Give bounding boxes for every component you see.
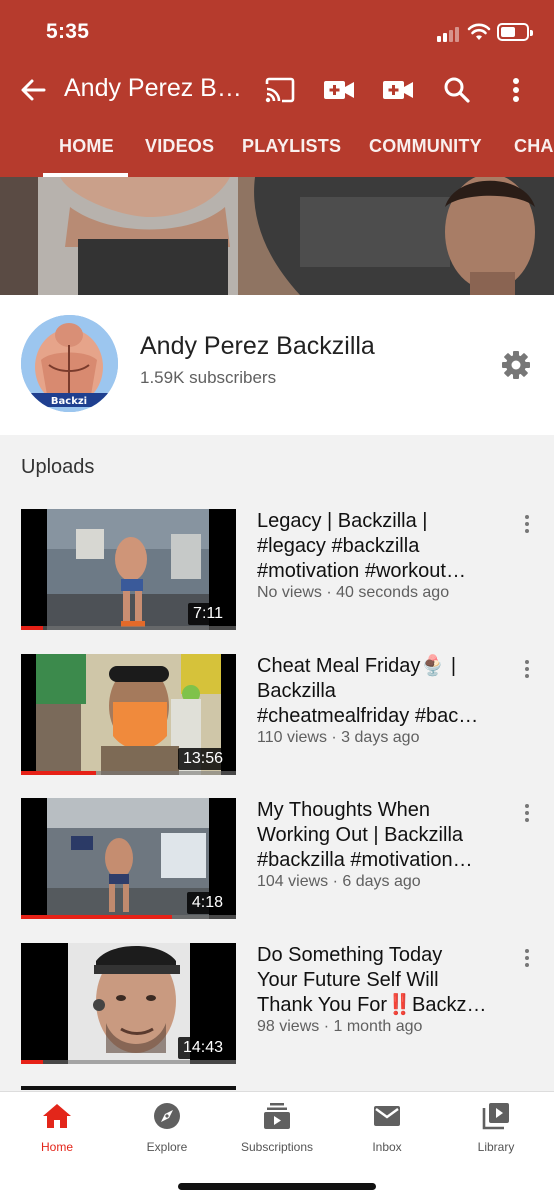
video-meta: 98 views · 1 month ago bbox=[257, 1018, 423, 1035]
add-video-icon bbox=[324, 81, 354, 99]
app-header: 5:35 Andy Perez Ba... HOME VIDEOS PLAYLI… bbox=[0, 0, 554, 177]
video-item[interactable]: 7:11 Legacy | Backzilla | #legacy #backz… bbox=[0, 509, 554, 634]
video-title-line: #cheatmealfriday #bac… bbox=[257, 705, 479, 727]
video-menu-icon[interactable] bbox=[515, 800, 539, 826]
video-menu-icon[interactable] bbox=[515, 511, 539, 537]
video-title-line: Legacy | Backzilla | bbox=[257, 510, 428, 532]
watch-progress-fill bbox=[21, 771, 97, 775]
video-title-line: Your Future Self Will bbox=[257, 969, 439, 991]
go-live-button[interactable] bbox=[381, 74, 415, 106]
video-duration: 4:18 bbox=[186, 892, 228, 914]
channel-tabs: HOME VIDEOS PLAYLISTS COMMUNITY CHA bbox=[0, 120, 554, 177]
home-icon bbox=[43, 1104, 71, 1128]
settings-gear-icon[interactable] bbox=[500, 349, 532, 381]
tab-videos[interactable]: VIDEOS bbox=[145, 136, 214, 157]
battery-icon bbox=[497, 23, 533, 41]
nav-subscriptions[interactable]: Subscriptions bbox=[227, 1100, 327, 1160]
video-menu-icon[interactable] bbox=[515, 656, 539, 682]
subscriber-count: 1.59K subscribers bbox=[140, 368, 277, 387]
watch-progress-fill bbox=[21, 626, 43, 630]
video-title-line: #backzilla #motivation… bbox=[257, 849, 473, 871]
more-vertical-icon bbox=[513, 78, 519, 102]
video-meta: No views · 40 seconds ago bbox=[257, 584, 450, 601]
subscriptions-icon bbox=[264, 1103, 290, 1129]
video-thumbnail[interactable]: 13:56 bbox=[21, 654, 236, 775]
video-menu-icon[interactable] bbox=[515, 945, 539, 971]
watch-progress-fill bbox=[21, 915, 172, 919]
more-options-button[interactable] bbox=[499, 74, 533, 106]
video-thumbnail[interactable]: 7:11 bbox=[21, 509, 236, 630]
tab-playlists[interactable]: PLAYLISTS bbox=[242, 136, 341, 157]
add-video-icon bbox=[383, 81, 413, 99]
home-indicator bbox=[178, 1183, 376, 1190]
video-title-line: #motivation #workout… bbox=[257, 560, 466, 582]
cast-icon bbox=[265, 77, 295, 103]
video-meta: 104 views · 6 days ago bbox=[257, 873, 421, 890]
tab-home[interactable]: HOME bbox=[59, 136, 114, 157]
status-time: 5:35 bbox=[46, 20, 90, 43]
uploads-heading: Uploads bbox=[21, 456, 95, 478]
video-title[interactable]: My Thoughts When Working Out | Backzilla… bbox=[257, 798, 502, 873]
video-duration: 13:56 bbox=[177, 748, 228, 770]
video-title-line: #legacy #backzilla bbox=[257, 535, 420, 557]
compass-icon bbox=[154, 1103, 180, 1129]
video-title-line: Backzilla bbox=[257, 680, 336, 702]
channel-name: Andy Perez Backzilla bbox=[140, 332, 375, 360]
watch-progress-bar bbox=[21, 915, 236, 919]
watch-progress-bar bbox=[21, 1060, 236, 1064]
video-title[interactable]: Legacy | Backzilla | #legacy #backzilla … bbox=[257, 509, 502, 584]
watch-progress-bar bbox=[21, 771, 236, 775]
nav-label: Library bbox=[477, 1140, 515, 1154]
avatar-image: Backzi bbox=[21, 315, 118, 412]
search-icon bbox=[444, 77, 470, 103]
search-button[interactable] bbox=[440, 74, 474, 106]
channel-banner bbox=[0, 177, 554, 295]
avatar-logo-text: Backzi bbox=[51, 396, 87, 407]
nav-label: Subscriptions bbox=[240, 1140, 314, 1154]
app-bar: Andy Perez Ba... bbox=[0, 66, 554, 114]
banner-image bbox=[0, 177, 554, 295]
video-title[interactable]: Do Something Today Your Future Self Will… bbox=[257, 943, 502, 1018]
create-video-button[interactable] bbox=[322, 74, 356, 106]
mail-icon bbox=[374, 1106, 400, 1126]
nav-library[interactable]: Library bbox=[446, 1100, 546, 1160]
video-thumbnail[interactable]: 4:18 bbox=[21, 798, 236, 919]
app-bar-title: Andy Perez Ba... bbox=[64, 74, 249, 102]
watch-progress-fill bbox=[21, 1060, 43, 1064]
arrow-back-icon[interactable] bbox=[18, 76, 48, 104]
video-title-line: Do Something Today bbox=[257, 944, 443, 966]
video-title-line: Working Out | Backzilla bbox=[257, 824, 464, 846]
video-title-line: My Thoughts When bbox=[257, 799, 431, 821]
tab-community[interactable]: COMMUNITY bbox=[369, 136, 482, 157]
video-item[interactable]: 14:43 Do Something Today Your Future Sel… bbox=[0, 943, 554, 1068]
library-icon bbox=[482, 1103, 509, 1130]
cast-button[interactable] bbox=[263, 74, 297, 106]
nav-label: Explore bbox=[146, 1140, 188, 1154]
nav-home[interactable]: Home bbox=[7, 1100, 107, 1160]
video-thumbnail[interactable]: 14:43 bbox=[21, 943, 236, 1064]
video-title[interactable]: Cheat Meal Friday🍨 | Backzilla #cheatmea… bbox=[257, 654, 502, 729]
video-meta: 110 views · 3 days ago bbox=[257, 729, 420, 746]
wifi-icon bbox=[467, 23, 491, 40]
channel-avatar[interactable]: Backzi bbox=[21, 315, 118, 412]
channel-info: Backzi Andy Perez Backzilla 1.59K subscr… bbox=[0, 295, 554, 435]
nav-label: Inbox bbox=[372, 1140, 402, 1154]
video-duration: 14:43 bbox=[177, 1037, 228, 1059]
status-bar: 5:35 bbox=[0, 0, 554, 66]
nav-inbox[interactable]: Inbox bbox=[337, 1100, 437, 1160]
video-item[interactable]: 4:18 My Thoughts When Working Out | Back… bbox=[0, 798, 554, 923]
tab-channels[interactable]: CHA bbox=[514, 136, 554, 157]
video-title-line: Cheat Meal Friday🍨 | bbox=[257, 655, 457, 677]
nav-label: Home bbox=[40, 1140, 73, 1154]
video-item[interactable]: 13:56 Cheat Meal Friday🍨 | Backzilla #ch… bbox=[0, 654, 554, 779]
watch-progress-bar bbox=[21, 626, 236, 630]
nav-explore[interactable]: Explore bbox=[117, 1100, 217, 1160]
video-title-line: Thank You For‼️Backz… bbox=[257, 994, 487, 1016]
video-duration: 7:11 bbox=[188, 603, 228, 625]
cell-signal-icon bbox=[437, 26, 463, 42]
next-video-thumbnail-edge bbox=[21, 1086, 236, 1090]
